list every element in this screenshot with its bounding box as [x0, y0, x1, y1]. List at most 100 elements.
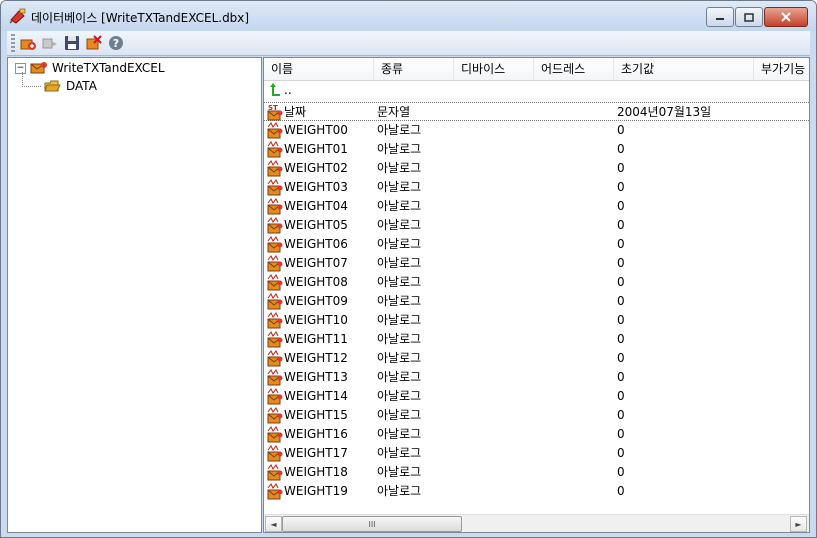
table-row[interactable]: WEIGHT11 아날로그 0 — [264, 330, 809, 349]
close-icon — [781, 12, 791, 22]
tag-type: 아날로그 — [377, 484, 422, 498]
table-row[interactable]: WEIGHT02 아날로그 0 — [264, 159, 809, 178]
horizontal-scrollbar[interactable]: ◄ III ► — [264, 514, 809, 532]
delete-button[interactable] — [84, 33, 104, 53]
tag-type: 아날로그 — [377, 161, 422, 175]
tag-name: WEIGHT18 — [284, 465, 348, 479]
tag-name: WEIGHT01 — [284, 142, 348, 156]
tag-name: WEIGHT09 — [284, 294, 348, 308]
column-header-type[interactable]: 종류 — [374, 58, 454, 80]
tag-name: WEIGHT13 — [284, 370, 348, 384]
table-row[interactable]: WEIGHT10 아날로그 0 — [264, 311, 809, 330]
table-row[interactable]: WEIGHT18 아날로그 0 — [264, 463, 809, 482]
column-header-name[interactable]: 이름 — [264, 58, 374, 80]
database-tree: − WriteTXTandEXCEL DATA — [7, 57, 262, 533]
delete-icon — [86, 35, 102, 50]
tag-type: 아날로그 — [377, 294, 422, 308]
maximize-icon — [744, 12, 754, 22]
string-tag-icon: ST — [267, 104, 283, 121]
scroll-left-button[interactable]: ◄ — [265, 516, 282, 532]
analog-tag-icon — [267, 331, 283, 348]
tag-type: 아날로그 — [377, 332, 422, 346]
tag-type: 아날로그 — [377, 180, 422, 194]
table-row[interactable]: WEIGHT07 아날로그 0 — [264, 254, 809, 273]
tag-name: WEIGHT12 — [284, 351, 348, 365]
tag-initial-value: 2004년07월13일 — [617, 105, 712, 119]
column-header-device[interactable]: 디바이스 — [454, 58, 534, 80]
add-tag-button[interactable] — [18, 33, 38, 53]
help-icon: ? — [109, 36, 123, 50]
tag-initial-value: 0 — [617, 218, 625, 232]
title-bar[interactable]: 데이터베이스 [WriteTXTandEXCEL.dbx] — [1, 1, 816, 31]
table-row[interactable]: WEIGHT05 아날로그 0 — [264, 216, 809, 235]
table-row[interactable]: WEIGHT14 아날로그 0 — [264, 387, 809, 406]
maximize-button[interactable] — [735, 7, 763, 27]
tag-initial-value: 0 — [617, 313, 625, 327]
analog-tag-icon — [267, 369, 283, 386]
tag-name: WEIGHT00 — [284, 123, 348, 137]
table-row[interactable]: WEIGHT03 아날로그 0 — [264, 178, 809, 197]
app-window: 데이터베이스 [WriteTXTandEXCEL.dbx] ? − WriteT… — [0, 0, 817, 538]
table-row[interactable]: WEIGHT19 아날로그 0 — [264, 482, 809, 501]
toolbar-grip[interactable] — [11, 34, 15, 52]
tag-type: 아날로그 — [377, 275, 422, 289]
forward-button[interactable] — [40, 33, 60, 53]
table-row[interactable]: WEIGHT16 아날로그 0 — [264, 425, 809, 444]
tag-initial-value: 0 — [617, 161, 625, 175]
tag-name: WEIGHT15 — [284, 408, 348, 422]
parent-folder-row[interactable]: .. — [264, 81, 809, 100]
tag-name: WEIGHT04 — [284, 199, 348, 213]
table-row[interactable]: WEIGHT15 아날로그 0 — [264, 406, 809, 425]
minimize-button[interactable] — [706, 7, 734, 27]
table-row[interactable]: WEIGHT00 아날로그 0 — [264, 121, 809, 140]
scroll-thumb[interactable]: III — [282, 516, 462, 532]
scroll-right-button[interactable]: ► — [790, 516, 807, 532]
tag-initial-value: 0 — [617, 332, 625, 346]
table-row[interactable]: WEIGHT08 아날로그 0 — [264, 273, 809, 292]
table-row[interactable]: WEIGHT04 아날로그 0 — [264, 197, 809, 216]
tag-type: 아날로그 — [377, 142, 422, 156]
analog-tag-icon — [267, 141, 283, 158]
tree-node-data[interactable]: DATA — [44, 78, 97, 94]
tag-name: WEIGHT07 — [284, 256, 348, 270]
tag-type: 아날로그 — [377, 465, 422, 479]
column-header-initial[interactable]: 초기값 — [614, 58, 754, 80]
analog-tag-icon — [267, 198, 283, 215]
table-row[interactable]: WEIGHT09 아날로그 0 — [264, 292, 809, 311]
analog-tag-icon — [267, 483, 283, 500]
analog-tag-icon — [267, 217, 283, 234]
column-header-extra[interactable]: 부가기능 — [754, 58, 809, 80]
parent-folder-label: .. — [284, 83, 292, 97]
tag-initial-value: 0 — [617, 294, 625, 308]
table-row[interactable]: WEIGHT13 아날로그 0 — [264, 368, 809, 387]
table-row[interactable]: WEIGHT06 아날로그 0 — [264, 235, 809, 254]
table-row[interactable]: WEIGHT01 아날로그 0 — [264, 140, 809, 159]
tag-name: WEIGHT16 — [284, 427, 348, 441]
tree-root-label: WriteTXTandEXCEL — [52, 61, 165, 75]
svg-text:?: ? — [113, 37, 119, 50]
forward-icon — [42, 38, 57, 49]
tag-type: 아날로그 — [377, 389, 422, 403]
tag-type: 아날로그 — [377, 370, 422, 384]
tag-type: 아날로그 — [377, 427, 422, 441]
tag-initial-value: 0 — [617, 199, 625, 213]
close-button[interactable] — [764, 7, 808, 27]
tag-initial-value: 0 — [617, 142, 625, 156]
save-icon — [65, 36, 79, 50]
table-row[interactable]: ST 날짜 문자열 2004년07월13일 — [264, 102, 809, 121]
tag-initial-value: 0 — [617, 123, 625, 137]
up-arrow-icon — [270, 83, 280, 96]
analog-tag-icon — [267, 407, 283, 424]
toolbar: ? — [7, 31, 810, 56]
svg-text:ST: ST — [268, 104, 278, 112]
analog-tag-icon — [267, 236, 283, 253]
save-button[interactable] — [62, 33, 82, 53]
help-button[interactable]: ? — [106, 33, 126, 53]
tag-initial-value: 0 — [617, 389, 625, 403]
tree-child-label: DATA — [66, 79, 97, 93]
table-row[interactable]: WEIGHT17 아날로그 0 — [264, 444, 809, 463]
tag-name: WEIGHT05 — [284, 218, 348, 232]
table-row[interactable]: WEIGHT12 아날로그 0 — [264, 349, 809, 368]
column-header-address[interactable]: 어드레스 — [534, 58, 614, 80]
analog-tag-icon — [267, 179, 283, 196]
